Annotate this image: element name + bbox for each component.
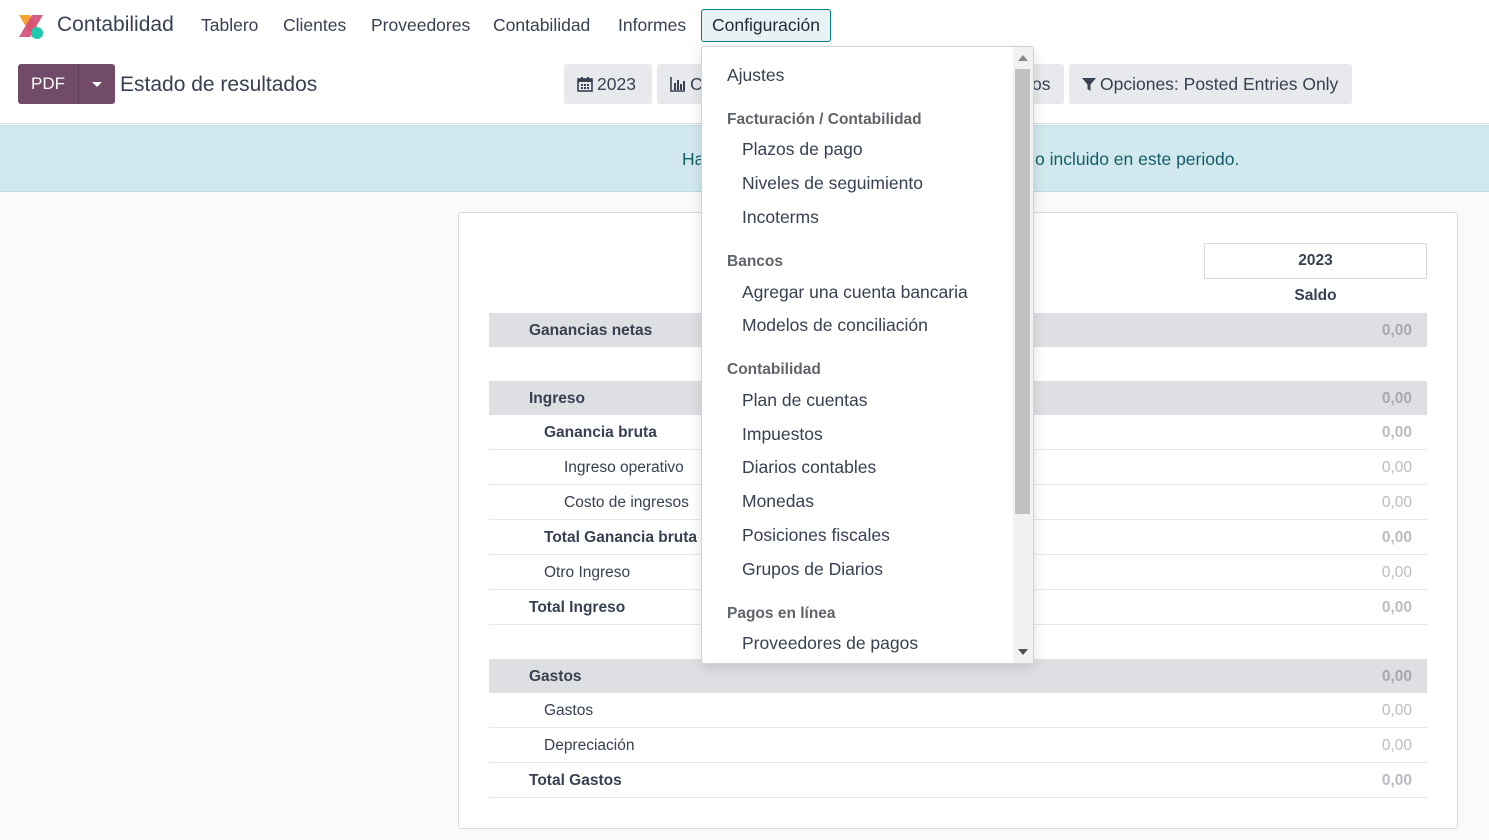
- page-title: Estado de resultados: [120, 73, 318, 96]
- row-label: Depreciación: [544, 737, 635, 754]
- pdf-dropdown-toggle[interactable]: [78, 64, 115, 104]
- report-row-depreciation[interactable]: Depreciación 0,00: [489, 728, 1427, 763]
- menu-item-chart-of-accounts[interactable]: Plan de cuentas: [742, 390, 868, 411]
- menu-item-incoterms[interactable]: Incoterms: [742, 207, 819, 228]
- row-value: 0,00: [1381, 772, 1412, 789]
- column-header-year[interactable]: 2023: [1204, 243, 1427, 279]
- row-value: 0,00: [1381, 322, 1412, 339]
- nav-tablero[interactable]: Tablero: [201, 15, 258, 36]
- row-value: 0,00: [1381, 564, 1412, 581]
- row-value: 0,00: [1381, 702, 1412, 719]
- pdf-button[interactable]: PDF: [18, 64, 78, 104]
- row-value: 0,00: [1381, 494, 1412, 511]
- menu-item-taxes[interactable]: Impuestos: [742, 424, 823, 445]
- report-row-expenses-header[interactable]: Gastos 0,00: [489, 659, 1427, 693]
- menu-item-add-bank-account[interactable]: Agregar una cuenta bancaria: [742, 282, 968, 303]
- menu-item-journal-groups[interactable]: Grupos de Diarios: [742, 559, 883, 580]
- row-value: 0,00: [1381, 668, 1412, 685]
- nav-configuracion[interactable]: Configuración: [701, 9, 831, 42]
- period-filter-button[interactable]: 2023: [564, 64, 652, 104]
- menu-item-fiscal-positions[interactable]: Posiciones fiscales: [742, 525, 890, 546]
- row-label: Ingreso operativo: [564, 459, 684, 476]
- row-value: 0,00: [1381, 599, 1412, 616]
- caret-down-icon: [92, 82, 102, 87]
- row-value: 0,00: [1381, 390, 1412, 407]
- dropdown-scrollbar[interactable]: [1013, 47, 1033, 663]
- report-row-total-expenses[interactable]: Total Gastos 0,00: [489, 763, 1427, 798]
- nav-proveedores[interactable]: Proveedores: [371, 15, 470, 36]
- nav-clientes[interactable]: Clientes: [283, 15, 346, 36]
- row-value: 0,00: [1381, 529, 1412, 546]
- scroll-up-arrow-icon[interactable]: [1018, 55, 1028, 61]
- calendar-icon: [577, 77, 593, 92]
- bar-chart-icon: [670, 77, 685, 92]
- menu-item-currencies[interactable]: Monedas: [742, 491, 814, 512]
- nav-informes[interactable]: Informes: [618, 15, 686, 36]
- row-label: Ingreso: [529, 390, 585, 407]
- journals-label: os: [1032, 74, 1051, 94]
- row-label: Costo de ingresos: [564, 494, 689, 511]
- menu-section-banks: Bancos: [727, 253, 783, 270]
- menu-item-ajustes[interactable]: Ajustes: [727, 65, 784, 86]
- scroll-down-arrow-icon[interactable]: [1018, 649, 1028, 655]
- row-label: Ganancias netas: [529, 322, 653, 339]
- menu-item-followup-levels[interactable]: Niveles de seguimiento: [742, 173, 923, 194]
- filter-icon: [1082, 78, 1096, 91]
- scrollbar-thumb[interactable]: [1015, 69, 1030, 514]
- menu-section-billing: Facturación / Contabilidad: [727, 111, 922, 128]
- row-label: Total Ingreso: [529, 599, 626, 616]
- row-value: 0,00: [1381, 459, 1412, 476]
- menu-item-payment-providers[interactable]: Proveedores de pagos: [742, 633, 918, 654]
- row-label: Gastos: [544, 702, 594, 719]
- menu-section-online-payments: Pagos en línea: [727, 605, 836, 622]
- menu-section-accounting: Contabilidad: [727, 361, 821, 378]
- nav-contabilidad[interactable]: Contabilidad: [493, 15, 590, 36]
- alert-text-end: o incluido en este periodo.: [1035, 149, 1240, 169]
- menu-item-journals[interactable]: Diarios contables: [742, 457, 876, 478]
- app-logo-icon[interactable]: [16, 11, 46, 41]
- column-header-balance: Saldo: [1294, 287, 1337, 304]
- row-value: 0,00: [1381, 737, 1412, 754]
- report-row-expenses[interactable]: Gastos 0,00: [489, 693, 1427, 728]
- period-label: 2023: [597, 74, 636, 94]
- row-label: Total Ganancia bruta: [544, 529, 698, 546]
- row-value: 0,00: [1381, 424, 1412, 441]
- app-name[interactable]: Contabilidad: [57, 13, 174, 37]
- menu-item-reconciliation-models[interactable]: Modelos de conciliación: [742, 315, 928, 336]
- row-label: Otro Ingreso: [544, 564, 631, 581]
- options-label: Opciones: Posted Entries Only: [1100, 74, 1339, 94]
- menu-item-payment-terms[interactable]: Plazos de pago: [742, 139, 863, 160]
- configuration-dropdown-menu: Ajustes Facturación / Contabilidad Plazo…: [701, 46, 1034, 664]
- row-label: Ganancia bruta: [544, 424, 657, 441]
- row-label: Gastos: [529, 668, 582, 685]
- options-filter-button[interactable]: Opciones: Posted Entries Only: [1069, 64, 1352, 104]
- row-label: Total Gastos: [529, 772, 622, 789]
- top-navbar: Contabilidad Tablero Clientes Proveedore…: [0, 0, 1489, 52]
